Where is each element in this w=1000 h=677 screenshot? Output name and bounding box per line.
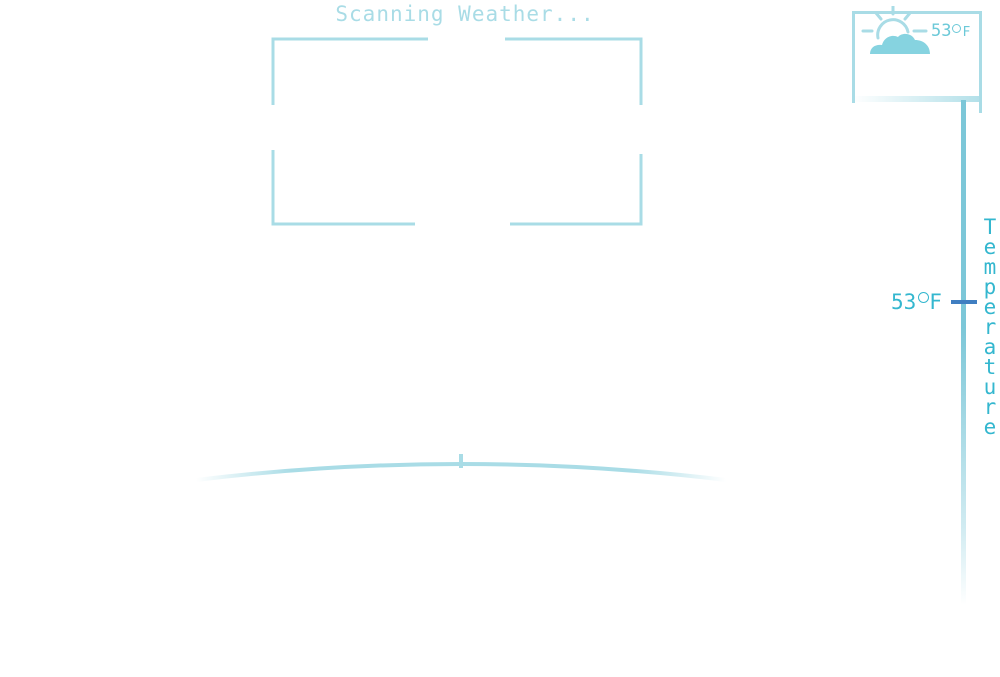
widget-temperature: 53 F (931, 21, 970, 41)
scan-reticle (195, 37, 727, 482)
temperature-gauge-marker[interactable] (951, 300, 977, 304)
frame-corner-bottom-right (510, 154, 643, 226)
gauge-reading: 53 F (891, 290, 942, 314)
gauge-label: T e m p e r a t u r e (983, 215, 997, 439)
horizon-center-tick (459, 454, 463, 468)
gauge-reading-value: 53 (891, 290, 917, 314)
temperature-gauge-track (961, 100, 966, 605)
scan-frame (271, 37, 643, 226)
weather-scanner-screen: Scanning Weather... 53 F 53 F T e m p e … (0, 0, 1000, 677)
widget-temp-unit: F (962, 25, 971, 40)
frame-corner-top-right (505, 37, 643, 105)
widget-temp-value: 53 (931, 21, 952, 41)
gauge-reading-unit: F (929, 290, 942, 314)
degree-icon (952, 24, 962, 33)
frame-corner-bottom-left (271, 150, 415, 226)
frame-corner-top-left (271, 37, 428, 105)
partly-cloudy-icon (861, 6, 930, 54)
degree-icon (918, 292, 930, 303)
